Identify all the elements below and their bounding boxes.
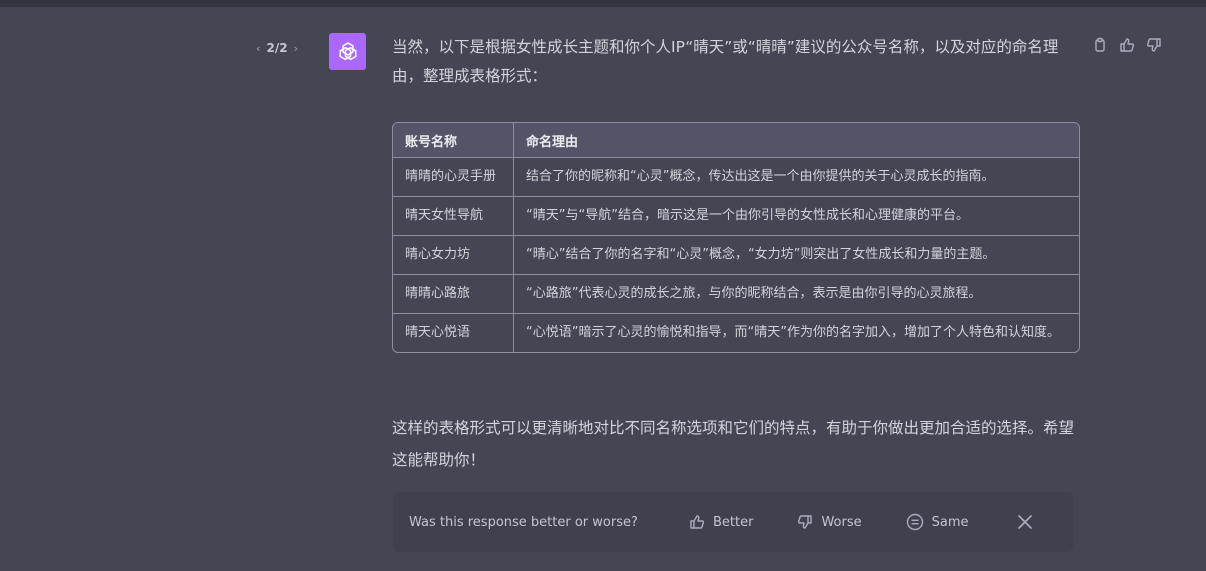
openai-logo-icon xyxy=(336,40,360,64)
account-name-cell: 晴天女性导航 xyxy=(393,197,513,236)
response-pager: ‹ 2/2 › xyxy=(256,41,298,55)
column-header-name: 账号名称 xyxy=(393,123,513,158)
equal-circle-icon xyxy=(906,513,924,531)
reason-cell: “心悦语”暗示了心灵的愉悦和指导，而“晴天”作为你的名字加入，增加了个人特色和认… xyxy=(513,314,1079,352)
worse-label: Worse xyxy=(821,514,862,530)
table-row: 晴晴的心灵手册 结合了你的昵称和“心灵”概念，传达出这是一个由你提供的关于心灵成… xyxy=(393,158,1079,197)
assistant-avatar xyxy=(329,33,366,70)
feedback-panel: Was this response better or worse? Bette… xyxy=(393,492,1073,552)
table-row: 晴心女力坊 “晴心”结合了你的名字和“心灵”概念，“女力坊”则突出了女性成长和力… xyxy=(393,236,1079,275)
next-response-button[interactable]: › xyxy=(294,42,299,55)
feedback-question: Was this response better or worse? xyxy=(409,514,638,530)
account-name-cell: 晴晴的心灵手册 xyxy=(393,158,513,197)
same-label: Same xyxy=(931,514,969,530)
better-label: Better xyxy=(713,514,754,530)
prev-response-button[interactable]: ‹ xyxy=(256,42,261,55)
copy-icon[interactable] xyxy=(1091,36,1109,54)
reason-cell: “晴天”与“导航”结合，暗示这是一个由你引导的女性成长和心理健康的平台。 xyxy=(513,197,1079,236)
reason-cell: “心路旅”代表心灵的成长之旅，与你的昵称结合，表示是由你引导的心灵旅程。 xyxy=(513,275,1079,314)
reason-cell: “晴心”结合了你的名字和“心灵”概念，“女力坊”则突出了女性成长和力量的主题。 xyxy=(513,236,1079,275)
assistant-message-intro: 当然，以下是根据女性成长主题和你个人IP“晴天”或“晴晴”建议的公众号名称，以及… xyxy=(392,38,1059,85)
pager-count: 2/2 xyxy=(266,41,288,55)
account-name-cell: 晴心女力坊 xyxy=(393,236,513,275)
thumbs-up-icon[interactable] xyxy=(1118,36,1136,54)
close-icon[interactable] xyxy=(1017,514,1033,530)
account-name-cell: 晴天心悦语 xyxy=(405,325,471,340)
thumbs-down-icon[interactable] xyxy=(1145,36,1163,54)
table-header-row: 账号名称 命名理由 xyxy=(393,123,1079,158)
better-button[interactable]: Better xyxy=(689,514,753,530)
top-bar xyxy=(0,0,1206,7)
column-header-reason: 命名理由 xyxy=(513,123,1079,158)
table-row: 晴天心悦语 “心悦语”暗示了心灵的愉悦和指导，而“晴天”作为你的名字加入，增加了… xyxy=(393,314,1079,352)
table-row: 晴晴心路旅 “心路旅”代表心灵的成长之旅，与你的昵称结合，表示是由你引导的心灵旅… xyxy=(393,275,1079,314)
reason-cell: 结合了你的昵称和“心灵”概念，传达出这是一个由你提供的关于心灵成长的指南。 xyxy=(513,158,1079,197)
same-button[interactable]: Same xyxy=(906,513,969,531)
table-row: 晴天女性导航 “晴天”与“导航”结合，暗示这是一个由你引导的女性成长和心理健康的… xyxy=(393,197,1079,236)
thumbs-down-icon xyxy=(797,514,813,530)
names-table: 账号名称 命名理由 晴晴的心灵手册 结合了你的昵称和“心灵”概念，传达出这是一个… xyxy=(392,122,1080,353)
account-name-cell: 晴晴心路旅 xyxy=(393,275,513,314)
thumbs-up-icon xyxy=(689,514,705,530)
message-actions xyxy=(1091,36,1163,54)
assistant-message-closing: 这样的表格形式可以更清晰地对比不同名称选项和它们的特点，有助于你做出更加合适的选… xyxy=(392,419,1075,469)
worse-button[interactable]: Worse xyxy=(797,514,862,530)
